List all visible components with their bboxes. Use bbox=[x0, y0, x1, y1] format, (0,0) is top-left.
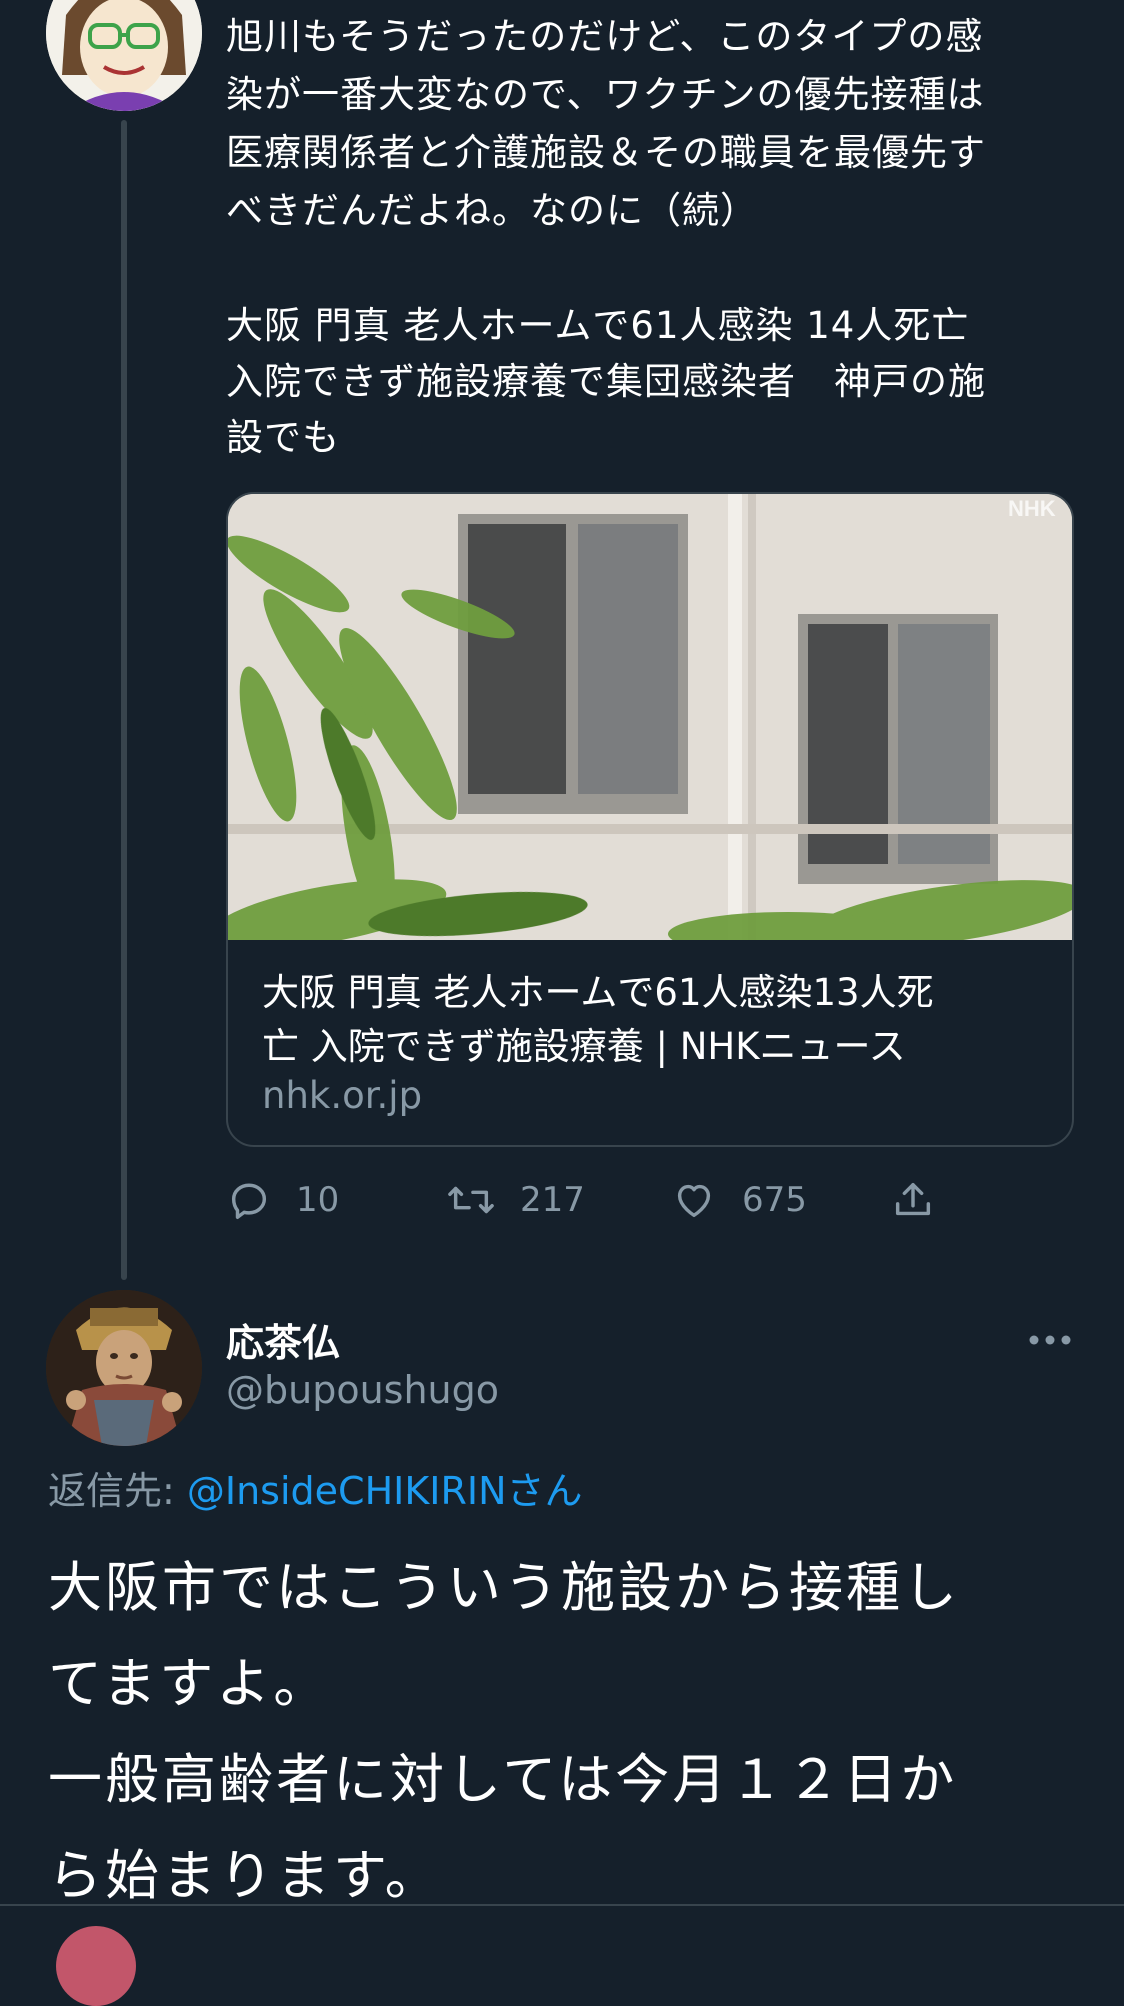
card-image-watermark: NHK bbox=[1008, 496, 1056, 521]
thread-connector-line bbox=[121, 120, 127, 1280]
tweet-action-bar: 10 217 675 bbox=[226, 1170, 986, 1230]
card-domain: nhk.or.jp bbox=[262, 1074, 423, 1117]
share-button[interactable] bbox=[890, 1170, 936, 1230]
author-avatar[interactable] bbox=[46, 0, 202, 111]
reply-count: 10 bbox=[296, 1180, 340, 1220]
retweet-count: 217 bbox=[520, 1180, 585, 1220]
reply-display-name[interactable]: 応茶仏 bbox=[226, 1312, 340, 1367]
reply-button[interactable]: 10 bbox=[226, 1170, 339, 1230]
tweet-divider bbox=[0, 1904, 1124, 1906]
retweet-button[interactable]: 217 bbox=[446, 1170, 585, 1230]
reply-author-avatar[interactable] bbox=[46, 1290, 202, 1446]
link-preview-card[interactable]: NHK 大阪 門真 老人ホームで61人感染13人死 亡 入院できず施設療養 | … bbox=[226, 492, 1074, 1147]
reply-handle[interactable]: @bupoushugo bbox=[226, 1368, 499, 1412]
like-count: 675 bbox=[742, 1180, 807, 1220]
share-icon bbox=[895, 1182, 931, 1216]
retweet-icon bbox=[448, 1186, 494, 1214]
card-thumbnail-image: NHK bbox=[228, 494, 1072, 940]
heart-icon bbox=[677, 1184, 711, 1218]
statue-avatar-image bbox=[46, 1290, 202, 1446]
quoted-headline-text: 大阪 門真 老人ホームで61人感染 14人死亡 入院できず施設療養で集団感染者 … bbox=[226, 304, 986, 459]
tweet-text: 旭川もそうだったのだけど、このタイプの感 染が一番大変なので、ワクチンの優先接種… bbox=[226, 15, 986, 232]
replying-to-mention-link[interactable]: @InsideCHIKIRINさん bbox=[187, 1469, 583, 1513]
card-title: 大阪 門真 老人ホームで61人感染13人死 亡 入院できず施設療養 | NHKニ… bbox=[262, 971, 934, 1068]
more-options-button[interactable] bbox=[1026, 1320, 1074, 1360]
more-icon bbox=[1029, 1335, 1071, 1345]
cartoon-face-avatar-image bbox=[46, 0, 202, 111]
like-button[interactable]: 675 bbox=[670, 1170, 807, 1230]
reply-tweet-text: 大阪市ではこういう施設から接種し てますよ。 一般高齢者に対しては今月１２日か … bbox=[48, 1556, 960, 1907]
reply-icon bbox=[231, 1183, 267, 1219]
next-tweet-avatar[interactable] bbox=[56, 1926, 136, 2006]
building-photo: NHK bbox=[228, 494, 1072, 940]
replying-to-line: 返信先: @InsideCHIKIRINさん bbox=[48, 1460, 583, 1515]
replying-to-label: 返信先: bbox=[48, 1469, 187, 1513]
